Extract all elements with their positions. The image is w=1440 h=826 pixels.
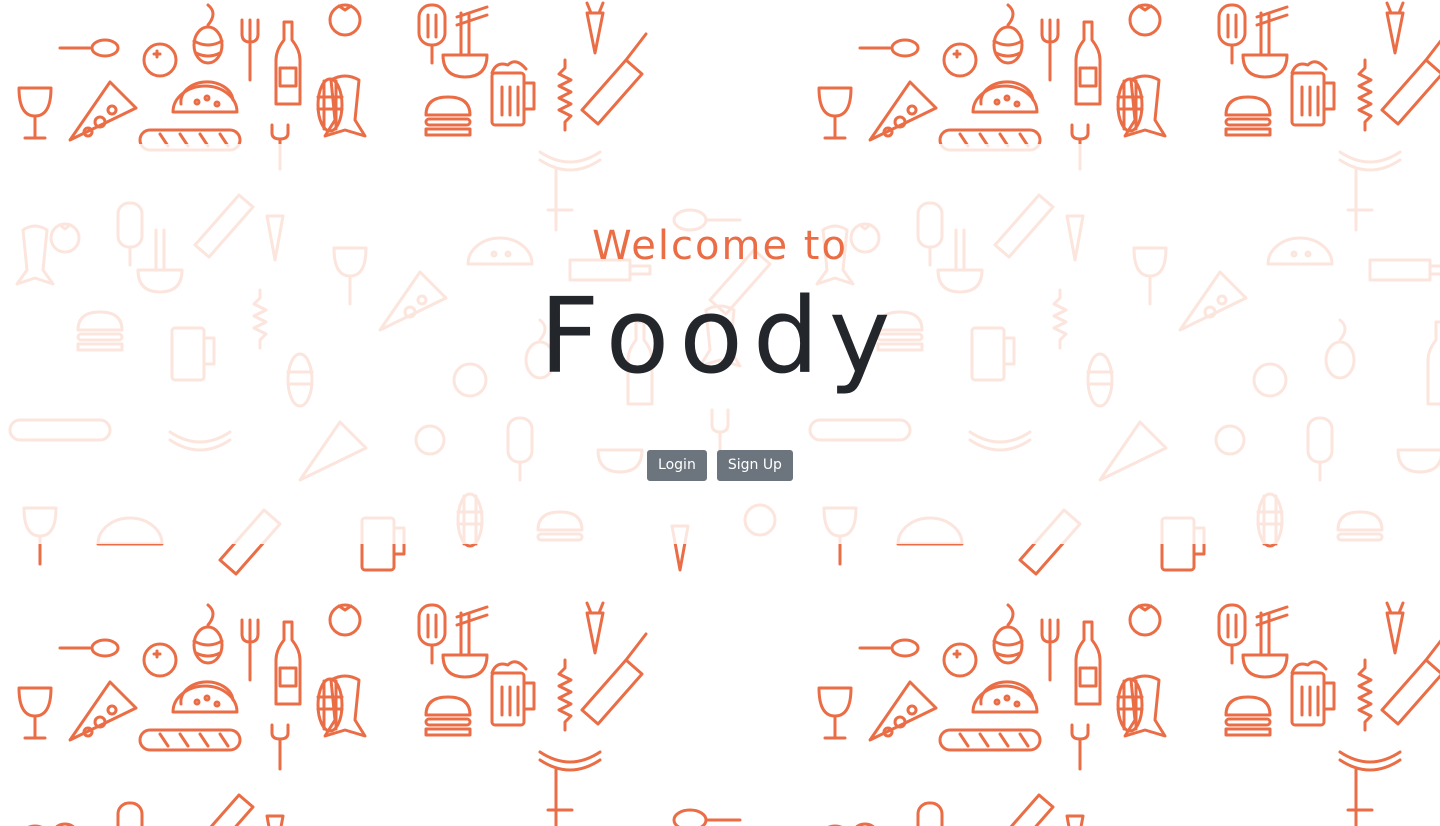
signup-button[interactable]: Sign Up	[716, 450, 793, 481]
brand-title: Foody	[539, 275, 901, 397]
login-button[interactable]: Login	[647, 450, 707, 481]
hero-section: Welcome to Foody Login Sign Up	[0, 144, 1440, 544]
landing-page: Welcome to Foody Login Sign Up	[0, 0, 1440, 826]
welcome-heading: Welcome to	[592, 223, 848, 269]
auth-buttons: Login Sign Up	[0, 450, 1440, 481]
